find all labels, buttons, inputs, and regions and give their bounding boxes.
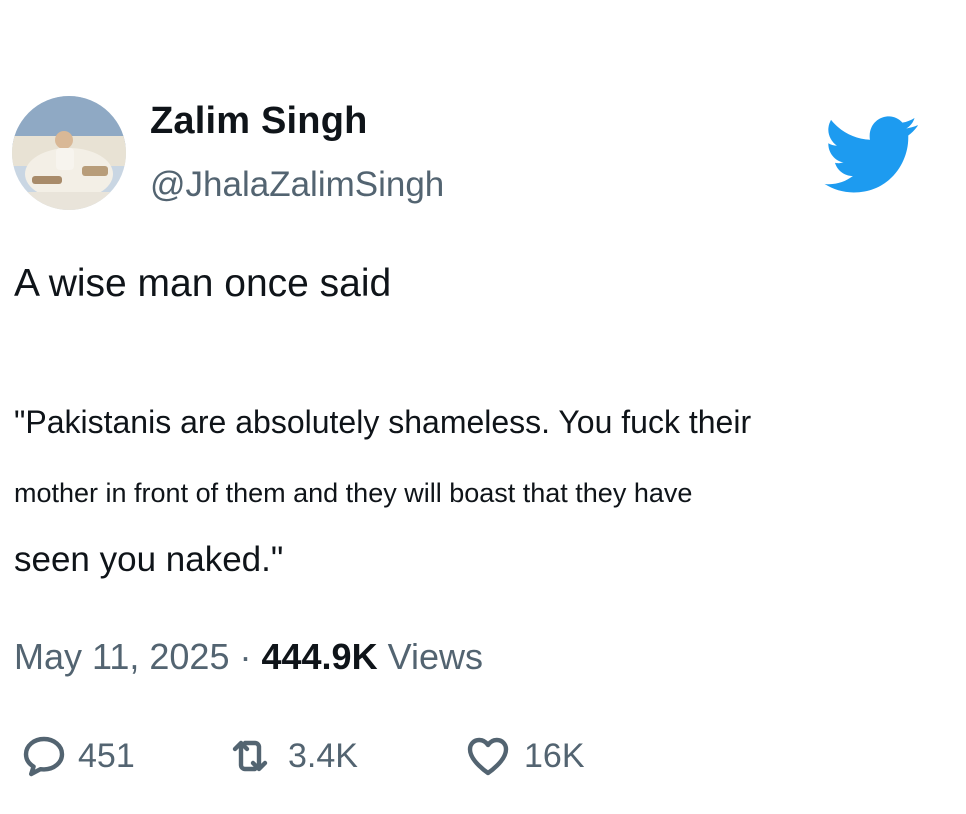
- tweet-intro-text: A wise man once said: [14, 262, 392, 305]
- tweet-quote-line: seen you naked.": [14, 540, 284, 579]
- tweet-actions: 451 3.4K 16K: [20, 726, 720, 786]
- retweet-count: 3.4K: [288, 736, 358, 775]
- tweet-meta: May 11, 2025 · 444.9K Views: [14, 636, 483, 678]
- like-button[interactable]: 16K: [462, 726, 585, 786]
- reply-bubble-icon: [20, 732, 68, 780]
- views-label: Views: [377, 636, 483, 677]
- user-handle[interactable]: @JhalaZalimSingh: [150, 165, 444, 205]
- meta-separator: ·: [229, 636, 262, 677]
- tweet-quote-line: mother in front of them and they will bo…: [14, 478, 693, 508]
- avatar-image: [12, 96, 126, 210]
- tweet-date[interactable]: May 11, 2025: [14, 636, 229, 677]
- retweet-icon: [222, 732, 278, 780]
- twitter-bird-icon: [824, 116, 920, 194]
- reply-count: 451: [78, 736, 135, 775]
- reply-button[interactable]: 451: [20, 726, 135, 786]
- tweet-card: Zalim Singh @JhalaZalimSingh A wise man …: [0, 0, 966, 814]
- heart-icon: [462, 732, 514, 780]
- retweet-button[interactable]: 3.4K: [222, 726, 358, 786]
- like-count: 16K: [524, 736, 585, 775]
- avatar[interactable]: [12, 96, 126, 210]
- views-count: 444.9K: [261, 636, 378, 677]
- display-name[interactable]: Zalim Singh: [150, 100, 368, 143]
- tweet-quote-line: "Pakistanis are absolutely shameless. Yo…: [14, 404, 752, 440]
